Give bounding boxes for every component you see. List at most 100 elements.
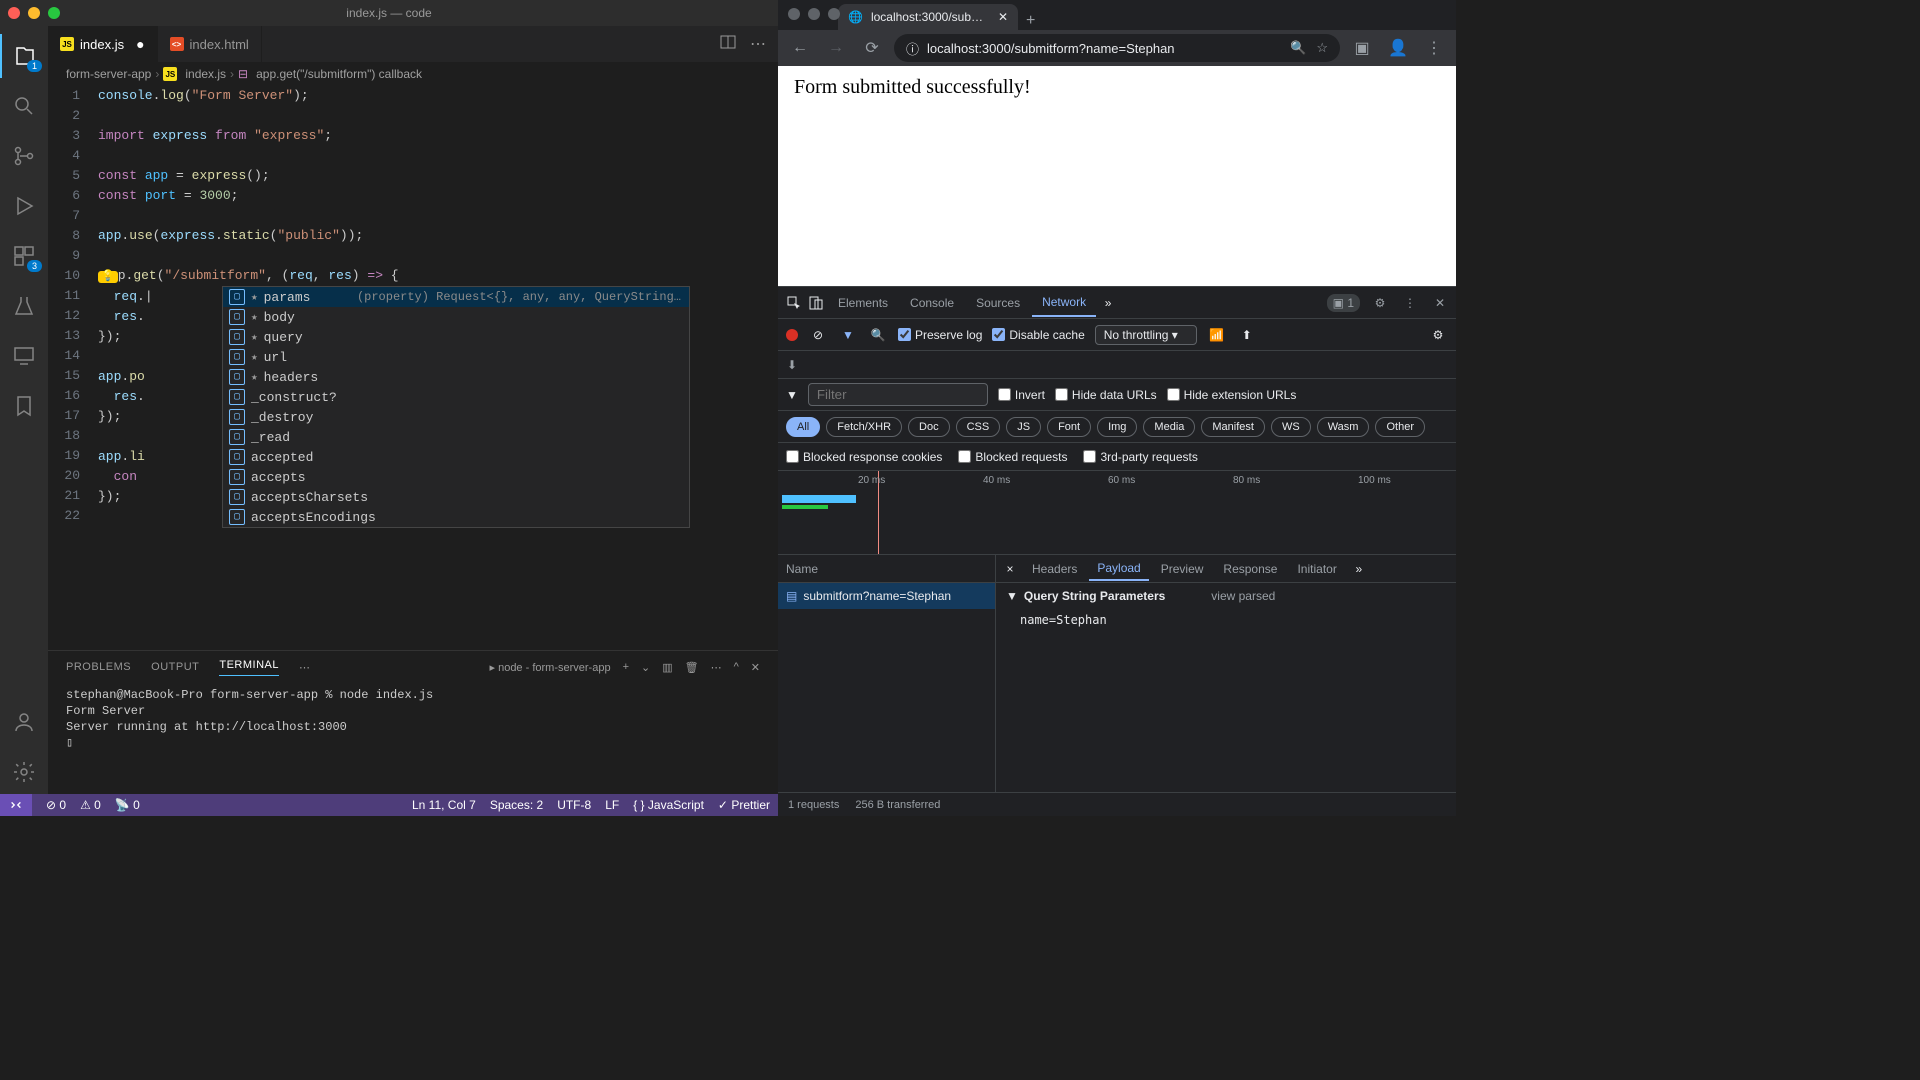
close-panel-icon[interactable]: ✕	[751, 661, 760, 674]
type-filter-all[interactable]: All	[786, 417, 820, 437]
account-icon[interactable]	[0, 700, 48, 744]
close-tab-icon[interactable]: ✕	[998, 10, 1008, 24]
split-terminal-icon[interactable]: ▥	[662, 661, 672, 674]
intellisense-popup[interactable]: (property) Request<{}, any, any, QuerySt…	[222, 286, 690, 528]
blocked-requests-checkbox[interactable]: Blocked requests	[958, 450, 1067, 464]
browser-tab[interactable]: 🌐 localhost:3000/submitform? ✕	[838, 4, 1018, 30]
profile-icon[interactable]: 👤	[1384, 34, 1412, 62]
intellisense-item[interactable]: ▢★url	[223, 347, 689, 367]
extensions-icon[interactable]: 3	[0, 234, 48, 278]
devtools-dock-icon[interactable]: ⋮	[1400, 293, 1420, 313]
more-terminal-icon[interactable]: ⋯	[711, 661, 722, 674]
panel-tab-problems[interactable]: PROBLEMS	[66, 661, 131, 673]
remote-explorer-icon[interactable]	[0, 334, 48, 378]
terminal-dropdown-icon[interactable]: ⌄	[641, 661, 650, 674]
payload-section-header[interactable]: ▼ Query String Parameters view parsed	[1006, 589, 1446, 603]
close-devtools-icon[interactable]: ✕	[1430, 293, 1450, 313]
type-filter-img[interactable]: Img	[1097, 417, 1137, 437]
type-filter-doc[interactable]: Doc	[908, 417, 950, 437]
network-settings-icon[interactable]: ⚙	[1428, 325, 1448, 345]
download-har-icon[interactable]: ⬇	[782, 355, 802, 375]
view-parsed-link[interactable]: view parsed	[1211, 589, 1275, 603]
intellisense-item[interactable]: ▢acceptsEncodings	[223, 507, 689, 527]
detail-tab-preview[interactable]: Preview	[1153, 558, 1212, 580]
source-control-icon[interactable]	[0, 134, 48, 178]
new-terminal-icon[interactable]: +	[623, 661, 629, 673]
inspect-element-icon[interactable]	[784, 293, 804, 313]
breadcrumb-file[interactable]: index.js	[185, 67, 226, 81]
status-ports[interactable]: 📡 0	[115, 798, 140, 812]
detail-tab-initiator[interactable]: Initiator	[1289, 558, 1344, 580]
thirdparty-checkbox[interactable]: 3rd-party requests	[1083, 450, 1197, 464]
terminal-output[interactable]: stephan@MacBook-Pro form-server-app % no…	[48, 683, 778, 794]
panel-tab-terminal[interactable]: TERMINAL	[219, 659, 279, 676]
network-timeline[interactable]: 20 ms40 ms60 ms80 ms100 ms	[778, 471, 1456, 555]
intellisense-item[interactable]: ▢_read	[223, 427, 689, 447]
kill-terminal-icon[interactable]: 🗑	[685, 661, 699, 674]
more-actions-icon[interactable]: ⋯	[750, 34, 766, 55]
detail-tab-response[interactable]: Response	[1215, 558, 1285, 580]
filter-input[interactable]	[808, 383, 988, 406]
invert-checkbox[interactable]: Invert	[998, 388, 1045, 402]
throttling-select[interactable]: No throttling ▾	[1095, 325, 1197, 345]
import-har-icon[interactable]: ⬆	[1237, 325, 1257, 345]
hide-extension-urls-checkbox[interactable]: Hide extension URLs	[1167, 388, 1297, 402]
tab-index-js[interactable]: JS index.js	[48, 26, 158, 62]
status-spaces[interactable]: Spaces: 2	[490, 798, 543, 812]
preserve-log-checkbox[interactable]: Preserve log	[898, 328, 982, 342]
close-detail-icon[interactable]: ×	[1000, 559, 1020, 579]
status-eol[interactable]: LF	[605, 798, 619, 812]
breadcrumb[interactable]: form-server-app › JS index.js › ⊟ app.ge…	[48, 62, 778, 86]
status-warnings[interactable]: ⚠ 0	[80, 798, 101, 812]
type-filter-other[interactable]: Other	[1375, 417, 1425, 437]
clear-network-icon[interactable]: ⊘	[808, 325, 828, 345]
filter-toggle-icon[interactable]: ▼	[838, 325, 858, 345]
minimize-window-button[interactable]	[28, 7, 40, 19]
site-info-icon[interactable]: ⓘ	[906, 39, 919, 58]
devtools-tab-sources[interactable]: Sources	[966, 290, 1030, 316]
record-button[interactable]	[786, 329, 798, 341]
forward-button[interactable]: →	[822, 34, 850, 62]
disable-cache-checkbox[interactable]: Disable cache	[992, 328, 1084, 342]
back-button[interactable]: ←	[786, 34, 814, 62]
devtools-tab-elements[interactable]: Elements	[828, 290, 898, 316]
maximize-panel-icon[interactable]: ^	[734, 661, 739, 673]
more-panels-icon[interactable]: ⋯	[299, 661, 310, 674]
status-errors[interactable]: ⊘ 0	[46, 798, 66, 812]
request-list-header[interactable]: Name	[778, 555, 995, 583]
blocked-cookies-checkbox[interactable]: Blocked response cookies	[786, 450, 942, 464]
terminal-process-label[interactable]: ▸ node - form-server-app	[490, 661, 611, 674]
split-editor-icon[interactable]	[720, 34, 736, 55]
more-tabs-icon[interactable]: »	[1098, 293, 1118, 313]
devtools-tab-network[interactable]: Network	[1032, 289, 1096, 317]
code-editor[interactable]: 12345678910111213141516171819202122 cons…	[48, 86, 778, 650]
testing-icon[interactable]	[0, 284, 48, 328]
extensions-icon[interactable]: ▣	[1348, 34, 1376, 62]
remote-indicator-icon[interactable]	[0, 794, 32, 816]
intellisense-item[interactable]: ▢acceptsCharsets	[223, 487, 689, 507]
tab-index-html[interactable]: <> index.html	[158, 26, 262, 62]
devtools-settings-icon[interactable]: ⚙	[1370, 293, 1390, 313]
intellisense-item[interactable]: ▢★query	[223, 327, 689, 347]
close-window-button[interactable]	[788, 8, 800, 20]
close-window-button[interactable]	[8, 7, 20, 19]
intellisense-item[interactable]: ▢accepted	[223, 447, 689, 467]
type-filter-font[interactable]: Font	[1047, 417, 1091, 437]
type-filter-wasm[interactable]: Wasm	[1317, 417, 1370, 437]
search-network-icon[interactable]: 🔍	[868, 325, 888, 345]
bookmark-star-icon[interactable]: ☆	[1316, 40, 1328, 56]
bookmark-icon[interactable]	[0, 384, 48, 428]
address-bar[interactable]: ⓘ localhost:3000/submitform?name=Stephan…	[894, 34, 1340, 62]
settings-gear-icon[interactable]	[0, 750, 48, 794]
hide-data-urls-checkbox[interactable]: Hide data URLs	[1055, 388, 1157, 402]
request-row[interactable]: ▤ submitform?name=Stephan	[778, 583, 995, 609]
type-filter-js[interactable]: JS	[1006, 417, 1041, 437]
intellisense-item[interactable]: ▢_destroy	[223, 407, 689, 427]
detail-tab-headers[interactable]: Headers	[1024, 558, 1085, 580]
zoom-icon[interactable]: 🔍	[1290, 40, 1306, 56]
search-icon[interactable]	[0, 84, 48, 128]
new-tab-button[interactable]: +	[1026, 12, 1035, 30]
breadcrumb-symbol[interactable]: app.get("/submitform") callback	[256, 67, 422, 81]
intellisense-item[interactable]: ▢★headers	[223, 367, 689, 387]
collapse-triangle-icon[interactable]: ▼	[1006, 589, 1018, 603]
